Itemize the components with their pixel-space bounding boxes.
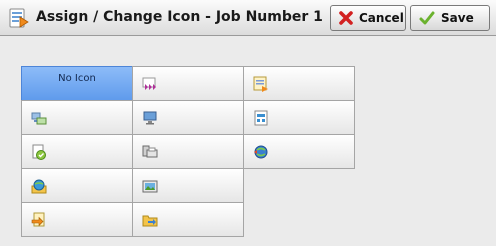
approved-document-icon: [32, 144, 46, 160]
icon-option-9[interactable]: [243, 134, 355, 169]
globe-arrows-icon: [254, 145, 268, 159]
red-x-icon: [339, 11, 353, 25]
document-arrow-icon: [31, 212, 45, 227]
document-list-icon: [254, 110, 268, 126]
icon-option-6[interactable]: [243, 100, 355, 135]
fax-printer-icon: [142, 145, 158, 158]
icon-option-12[interactable]: [21, 202, 133, 237]
computer-icon: [143, 111, 157, 125]
document-share-icon: [253, 76, 268, 92]
save-button-label: Save: [441, 11, 474, 25]
icon-option-13[interactable]: [132, 202, 244, 237]
icon-option-4[interactable]: [21, 100, 133, 135]
folder-transfer-icon: [31, 112, 47, 125]
title-bar: Assign / Change Icon - Job Number 1 Canc…: [0, 0, 496, 36]
folder-arrow-icon: [142, 215, 158, 227]
icon-option-10[interactable]: [21, 168, 133, 203]
icon-grid: No Icon: [21, 66, 355, 240]
icon-option-no-icon[interactable]: No Icon: [21, 66, 133, 101]
page-title: Assign / Change Icon - Job Number 1: [36, 9, 323, 25]
icon-option-3[interactable]: [243, 66, 355, 101]
cancel-button-label: Cancel: [359, 11, 404, 25]
icon-option-2[interactable]: [132, 66, 244, 101]
assign-icon-icon: [9, 8, 29, 28]
icon-option-5[interactable]: [132, 100, 244, 135]
globe-folder-icon: [31, 179, 47, 194]
icon-option-11[interactable]: [132, 168, 244, 203]
icon-option-8[interactable]: [132, 134, 244, 169]
green-check-icon: [419, 11, 435, 25]
cancel-button[interactable]: Cancel: [330, 5, 406, 31]
purple-arrows-icon: [142, 77, 156, 90]
save-button[interactable]: Save: [410, 5, 490, 31]
icon-option-7[interactable]: [21, 134, 133, 169]
no-icon-label: No Icon: [58, 73, 96, 84]
image-scan-icon: [142, 180, 158, 193]
